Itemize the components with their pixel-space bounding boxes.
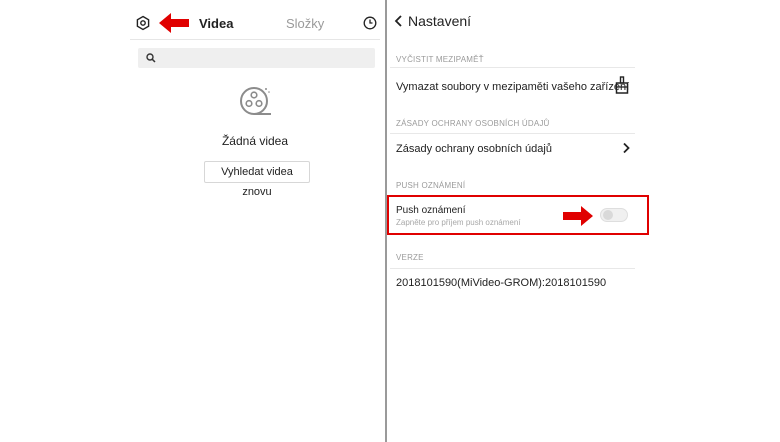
search-icon [146, 53, 156, 63]
gear-icon[interactable] [135, 15, 151, 31]
chevron-right-icon[interactable] [622, 142, 630, 154]
section-heading-version: VERZE [396, 253, 424, 262]
version-value: 2018101590(MiVideo-GROM):2018101590 [396, 277, 607, 289]
page-title: Nastavení [408, 13, 472, 29]
section-divider [390, 133, 635, 134]
brush-icon[interactable] [614, 76, 630, 94]
push-notifications-subtitle: Zapněte pro příjem push oznámení [396, 218, 521, 227]
empty-state-title: Žádná videa [221, 134, 289, 148]
rescan-videos-button[interactable]: Vyhledat videa znovu [204, 161, 310, 198]
section-heading-cache: VYČISTIT MEZIPAMĚŤ [396, 55, 484, 64]
tab-slozky[interactable]: Složky [286, 16, 324, 31]
push-notifications-toggle[interactable] [600, 208, 628, 222]
clock-icon[interactable] [363, 16, 377, 30]
toggle-knob [603, 210, 613, 220]
push-notifications-label: Push oznámení [396, 205, 466, 216]
back-arrow-icon[interactable] [393, 13, 405, 29]
section-divider [390, 67, 635, 68]
section-heading-push: PUSH OZNÁMENÍ [396, 181, 466, 190]
section-divider [390, 268, 635, 269]
search-input[interactable] [138, 48, 375, 68]
red-arrow-icon [159, 13, 189, 33]
tab-videa[interactable]: Videa [199, 16, 233, 31]
tab-bar-divider [130, 39, 380, 40]
clear-cache-item[interactable]: Vymazat soubory v mezipaměti vašeho zaří… [396, 81, 629, 93]
film-reel-icon [240, 87, 271, 115]
privacy-policy-item[interactable]: Zásady ochrany osobních údajů [396, 143, 552, 155]
red-arrow-icon [563, 206, 593, 226]
section-heading-privacy: ZÁSADY OCHRANY OSOBNÍCH ÚDAJŮ [396, 119, 550, 128]
